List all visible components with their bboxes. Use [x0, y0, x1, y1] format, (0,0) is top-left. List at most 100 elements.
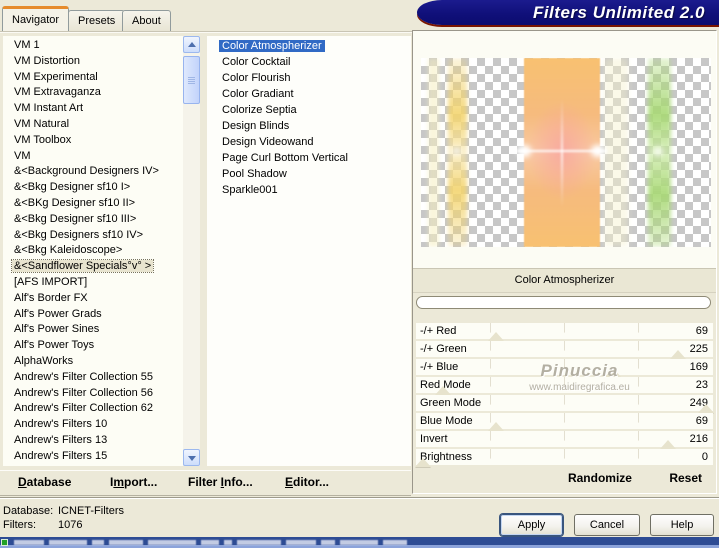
slider-thumb-triangle[interactable]: [670, 350, 687, 359]
category-item[interactable]: Alf's Power Toys: [3, 338, 183, 354]
preview-image[interactable]: [421, 58, 711, 247]
parameter-slider-row[interactable]: Green Mode 249: [416, 395, 714, 413]
parameter-value: 216: [689, 433, 708, 445]
flare-blob: [517, 145, 531, 157]
background-window-titlebar: [0, 537, 719, 548]
parameter-value: 169: [689, 361, 708, 373]
parameter-name: Green Mode: [420, 397, 482, 409]
preview-frame: [413, 31, 716, 269]
filter-info-button[interactable]: Filter Info...: [188, 475, 253, 489]
category-item[interactable]: &<Bkg Kaleidoscope>: [3, 243, 183, 259]
tab-page-edge: [0, 31, 412, 33]
filter-list[interactable]: Color Atmospherizer Color Cocktail Color F…: [207, 36, 411, 466]
parameter-slider-row[interactable]: Red Mode 23: [416, 377, 713, 395]
category-item[interactable]: VM Instant Art: [3, 101, 183, 117]
filter-item[interactable]: Design Blinds: [207, 118, 411, 134]
category-item[interactable]: Andrew's Filter Collection 62: [3, 401, 183, 417]
category-item[interactable]: Alf's Power Grads: [3, 307, 183, 323]
randomize-button[interactable]: Randomize: [568, 471, 632, 485]
parameter-name: -/+ Green: [420, 343, 467, 355]
app-title-banner: Filters Unlimited 2.0: [417, 0, 719, 25]
parameter-slider-row[interactable]: -/+ Red 69: [416, 323, 713, 341]
category-item[interactable]: VM 1: [3, 38, 183, 54]
progress-bar: [416, 296, 711, 309]
category-item[interactable]: &<Sandflower Specials°v° >: [3, 259, 183, 275]
category-item[interactable]: VM: [3, 149, 183, 165]
tab-presets[interactable]: Presets: [68, 10, 126, 31]
category-item[interactable]: Alf's Border FX: [3, 291, 183, 307]
slider-thumb-triangle[interactable]: [415, 458, 432, 467]
filter-item[interactable]: Color Gradiant: [207, 86, 411, 102]
filters-unlimited-dialog: Filters Unlimited 2.0 Navigator Presets …: [0, 0, 719, 548]
category-item[interactable]: [AFS IMPORT]: [3, 275, 183, 291]
scroll-down-button[interactable]: [183, 449, 200, 466]
parameter-slider-row[interactable]: -/+ Blue 169: [416, 359, 713, 377]
scroll-up-button[interactable]: [183, 36, 200, 53]
database-button[interactable]: Database: [18, 475, 71, 489]
parameter-rows: -/+ Red 69 -/+ Green 225 -/+ Blue 169 Red Mode…: [415, 323, 714, 467]
filters-label: Filters:: [3, 519, 36, 531]
scrollbar-thumb[interactable]: [183, 56, 200, 104]
parameter-value: 225: [689, 343, 708, 355]
flare-blob: [653, 147, 663, 156]
flare-blob: [591, 145, 605, 157]
category-item[interactable]: VM Distortion: [3, 54, 183, 70]
parameter-value: 23: [695, 379, 708, 391]
tab-about[interactable]: About: [122, 10, 171, 31]
database-value: ICNET-Filters: [58, 505, 124, 517]
category-item[interactable]: Andrew's Filters 10: [3, 417, 183, 433]
parameter-name: -/+ Blue: [420, 361, 459, 373]
filter-item[interactable]: Color Cocktail: [207, 54, 411, 70]
filter-item[interactable]: Design Videowand: [207, 134, 411, 150]
category-item[interactable]: VM Extravaganza: [3, 85, 183, 101]
editor-button[interactable]: Editor...: [285, 475, 329, 489]
database-label: Database:: [3, 505, 54, 517]
category-item[interactable]: Andrew's Filter Collection 56: [3, 386, 183, 402]
titlebar-text-blur: [14, 540, 407, 545]
parameter-slider-row[interactable]: Blue Mode 69: [416, 413, 713, 431]
filter-item[interactable]: Color Atmospherizer: [207, 38, 411, 54]
filter-item[interactable]: Pool Shadow: [207, 166, 411, 182]
parameter-slider-row[interactable]: Brightness 0: [415, 449, 713, 467]
parameter-slider-row[interactable]: -/+ Green 225: [416, 341, 713, 359]
slider-thumb-triangle[interactable]: [434, 386, 451, 395]
preview-panel: Color Atmospherizer -/+ Red 69 -/+ Green 22…: [412, 30, 717, 494]
help-button[interactable]: Help: [650, 514, 714, 536]
tab-navigator[interactable]: Navigator: [2, 6, 70, 31]
category-item[interactable]: &<Background Designers IV>: [3, 164, 183, 180]
category-item[interactable]: VM Natural: [3, 117, 183, 133]
category-item[interactable]: Andrew's Filter Collection 55: [3, 370, 183, 386]
category-item[interactable]: &<Bkg Designer sf10 I>: [3, 180, 183, 196]
category-item[interactable]: &<Bkg Designer sf10 III>: [3, 212, 183, 228]
slider-thumb-triangle[interactable]: [697, 404, 714, 413]
category-item[interactable]: Alf's Power Sines: [3, 322, 183, 338]
filter-item[interactable]: Page Curl Bottom Vertical: [207, 150, 411, 166]
slider-thumb-triangle[interactable]: [604, 368, 621, 377]
parameter-value: 69: [695, 415, 708, 427]
category-list[interactable]: VM 1 VM Distortion VM Experimental VM Extra…: [3, 36, 183, 466]
reset-button[interactable]: Reset: [669, 471, 702, 485]
category-item[interactable]: &<Bkg Designers sf10 IV>: [3, 228, 183, 244]
cancel-button[interactable]: Cancel: [574, 514, 640, 536]
taskbar-app-icon: [1, 539, 8, 546]
parameter-slider-row[interactable]: Invert 216: [416, 431, 713, 449]
category-item[interactable]: VM Toolbox: [3, 133, 183, 149]
category-item[interactable]: VM Experimental: [3, 70, 183, 86]
panel-actions: Randomize Reset: [413, 471, 716, 488]
chevron-up-icon: [188, 42, 196, 47]
bottom-toolbar: Database Import... Filter Info... Editor…: [0, 470, 411, 496]
apply-button[interactable]: Apply: [500, 514, 563, 536]
category-item[interactable]: &<BKg Designer sf10 II>: [3, 196, 183, 212]
flare-blob: [452, 147, 461, 155]
import-button[interactable]: Import...: [110, 475, 157, 489]
category-item[interactable]: AlphaWorks: [3, 354, 183, 370]
category-item[interactable]: Andrew's Filters 15: [3, 449, 183, 465]
filter-item[interactable]: Colorize Septia: [207, 102, 411, 118]
slider-thumb-triangle[interactable]: [488, 332, 505, 341]
slider-thumb-triangle[interactable]: [659, 440, 676, 449]
slider-thumb-triangle[interactable]: [488, 422, 505, 431]
category-item[interactable]: Andrew's Filters 13: [3, 433, 183, 449]
filter-item[interactable]: Sparkle001: [207, 182, 411, 198]
category-scrollbar[interactable]: [183, 36, 200, 466]
filter-item[interactable]: Color Flourish: [207, 70, 411, 86]
